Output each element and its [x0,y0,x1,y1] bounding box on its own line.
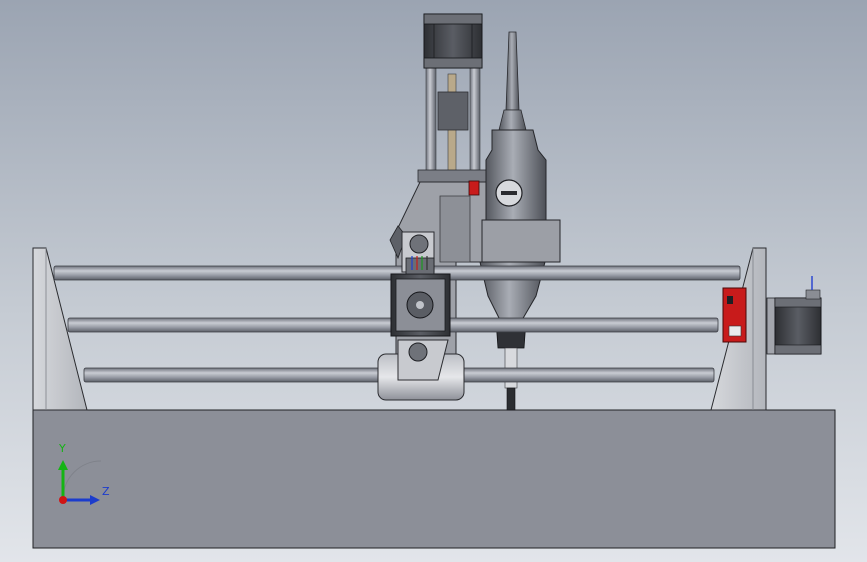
spindle-motor[interactable] [479,31,561,411]
z-axis-stepper-motor[interactable] [423,13,483,69]
x-axis-dot [59,496,67,504]
cnc-assembly-model[interactable] [0,0,867,562]
base-plate[interactable] [32,409,836,549]
triad-z-label: Z [102,485,110,498]
triad-y-label: Y [59,442,66,455]
z-limit-switch[interactable] [468,180,480,196]
x-axis-stepper-motor[interactable] [766,276,822,355]
driver-board[interactable] [722,287,747,343]
cad-viewport[interactable]: Y Z [0,0,867,562]
